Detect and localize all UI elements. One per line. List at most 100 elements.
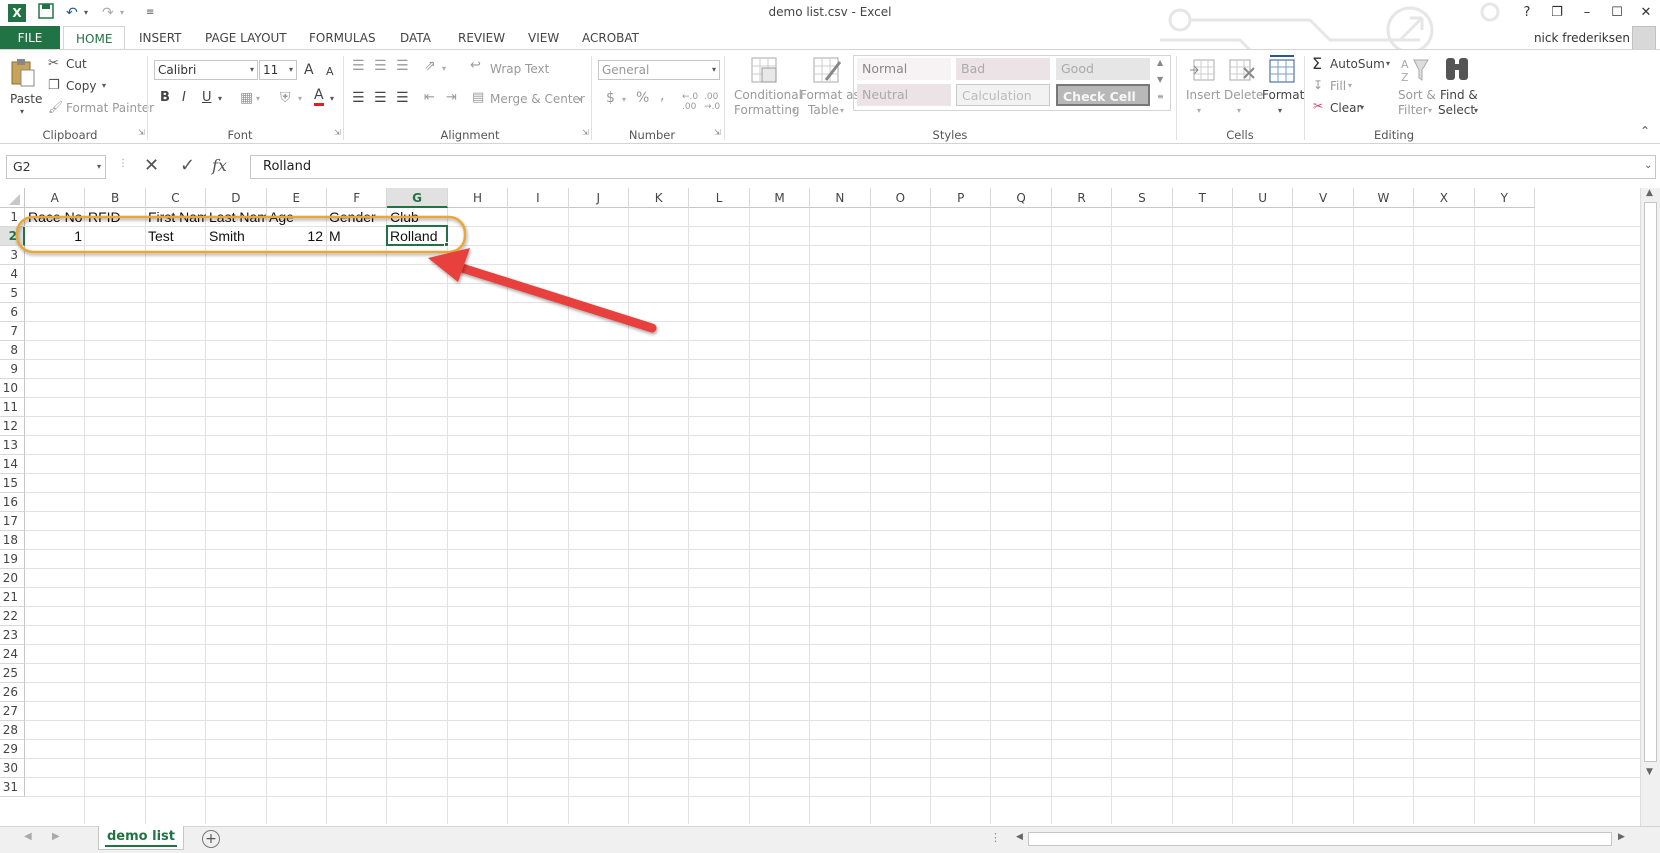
tab-file[interactable]: FILE [0, 26, 60, 50]
row-header-22[interactable]: 22 [0, 607, 25, 626]
format-cells-button[interactable]: Format [1262, 88, 1304, 102]
shrink-font-button[interactable]: A [326, 65, 334, 78]
horizontal-scrollbar[interactable]: ◀ ▶ [1014, 831, 1634, 848]
number-format-combo[interactable]: General ▾ [598, 60, 720, 80]
name-box[interactable]: G2 ▾ [6, 155, 106, 179]
delete-dropdown-icon[interactable]: ▾ [1237, 106, 1241, 115]
styles-more-icon[interactable]: ≡ [1157, 92, 1164, 101]
row-header-14[interactable]: 14 [0, 455, 25, 474]
column-header-V[interactable]: V [1293, 188, 1354, 208]
new-sheet-icon[interactable]: + [202, 830, 220, 848]
name-box-dropdown-icon[interactable]: ▾ [97, 156, 101, 178]
row-header-25[interactable]: 25 [0, 664, 25, 683]
number-launcher-icon[interactable]: ⇲ [714, 128, 721, 137]
scroll-left-icon[interactable]: ◀ [1016, 832, 1023, 842]
autosum-icon[interactable]: Σ [1312, 54, 1322, 73]
row-header-23[interactable]: 23 [0, 626, 25, 645]
copy-icon[interactable]: ❐ [48, 78, 60, 93]
find-select-button-line2[interactable]: Select [1438, 103, 1475, 117]
formula-bar-grip-icon[interactable]: ⋮ [118, 158, 128, 169]
avatar[interactable] [1632, 26, 1656, 50]
delete-cells-icon[interactable] [1228, 56, 1256, 84]
format-as-table-button[interactable]: Format as [800, 88, 860, 102]
font-color-button[interactable]: A [314, 88, 324, 106]
decrease-indent-icon[interactable]: ⇤ [424, 90, 435, 105]
borders-icon[interactable]: ▦ [240, 90, 253, 106]
row-header-12[interactable]: 12 [0, 417, 25, 436]
align-bottom-icon[interactable]: ☰ [396, 58, 409, 74]
row-header-18[interactable]: 18 [0, 531, 25, 550]
alignment-launcher-icon[interactable]: ⇲ [582, 128, 589, 137]
column-header-P[interactable]: P [931, 188, 992, 208]
sort-filter-dropdown-icon[interactable]: ▾ [1428, 106, 1432, 115]
row-header-31[interactable]: 31 [0, 778, 25, 797]
confirm-entry-icon[interactable]: ✓ [180, 155, 195, 176]
row-header-27[interactable]: 27 [0, 702, 25, 721]
column-header-M[interactable]: M [749, 188, 811, 208]
column-header-W[interactable]: W [1353, 188, 1415, 208]
row-header-24[interactable]: 24 [0, 645, 25, 664]
row-header-16[interactable]: 16 [0, 493, 25, 512]
fill-dropdown-icon[interactable]: ▾ [1348, 81, 1352, 90]
column-header-R[interactable]: R [1051, 188, 1113, 208]
cut-button[interactable]: Cut [66, 57, 87, 71]
column-header-Q[interactable]: Q [991, 188, 1052, 208]
find-select-dropdown-icon[interactable]: ▾ [1474, 106, 1478, 115]
fill-icon[interactable]: ↧ [1313, 78, 1323, 92]
cut-icon[interactable]: ✂ [48, 56, 59, 71]
insert-function-button[interactable]: fx [212, 156, 227, 175]
tab-formulas[interactable]: FORMULAS [297, 26, 388, 50]
font-name-combo[interactable]: Calibri ▾ [154, 60, 258, 80]
row-header-15[interactable]: 15 [0, 474, 25, 493]
align-center-icon[interactable]: ☰ [374, 90, 387, 106]
wrap-text-button[interactable]: Wrap Text [490, 62, 549, 76]
row-header-29[interactable]: 29 [0, 740, 25, 759]
row-header-28[interactable]: 28 [0, 721, 25, 740]
align-right-icon[interactable]: ☰ [396, 90, 409, 106]
align-left-icon[interactable]: ☰ [352, 90, 365, 106]
sheet-tab-demo-list[interactable]: demo list [98, 826, 184, 850]
copy-dropdown-icon[interactable]: ▾ [102, 81, 106, 90]
style-good[interactable]: Good [1056, 58, 1150, 80]
bold-button[interactable]: B [160, 90, 170, 105]
font-color-dropdown-icon[interactable]: ▾ [330, 94, 334, 103]
sort-filter-button[interactable]: Sort & [1398, 88, 1436, 102]
column-header-N[interactable]: N [810, 188, 871, 208]
grow-font-button[interactable]: A [304, 62, 314, 78]
orientation-icon[interactable]: ⇗ [424, 58, 436, 74]
tab-acrobat[interactable]: ACROBAT [570, 26, 651, 50]
styles-scroll-down-icon[interactable]: ▼ [1157, 75, 1163, 84]
styles-scroll-up-icon[interactable]: ▲ [1157, 58, 1163, 67]
clipboard-launcher-icon[interactable]: ⇲ [138, 128, 145, 137]
tab-page-layout[interactable]: PAGE LAYOUT [193, 26, 299, 50]
format-cells-icon[interactable] [1268, 54, 1296, 84]
row-header-20[interactable]: 20 [0, 569, 25, 588]
style-normal[interactable]: Normal [857, 58, 951, 80]
expand-formula-bar-icon[interactable]: ⌄ [1644, 160, 1652, 171]
orientation-dropdown-icon[interactable]: ▾ [442, 64, 446, 73]
close-button[interactable]: ✕ [1632, 2, 1660, 24]
worksheet-grid[interactable]: ABCDEFGHIJKLMNOPQRSTUVWXY 1 2 3 4 5 6 7 8 9 10 11 1… [0, 188, 1660, 824]
format-painter-button[interactable]: Format Painter [66, 101, 154, 115]
fill-button[interactable]: Fill [1330, 79, 1346, 93]
italic-button[interactable]: I [182, 90, 186, 105]
column-header-Y[interactable]: Y [1474, 188, 1535, 208]
user-name[interactable]: nick frederiksen [1534, 26, 1630, 50]
percent-button[interactable]: % [636, 90, 649, 106]
borders-dropdown-icon[interactable]: ▾ [256, 94, 260, 103]
scroll-right-icon[interactable]: ▶ [1618, 832, 1625, 842]
find-select-icon[interactable] [1442, 54, 1472, 84]
paste-dropdown-icon[interactable]: ▾ [20, 107, 24, 116]
scroll-down-icon[interactable]: ▼ [1646, 767, 1653, 777]
row-header-26[interactable]: 26 [0, 683, 25, 702]
format-painter-icon[interactable]: 🖌 [48, 100, 63, 114]
horizontal-scroll-thumb[interactable] [1028, 832, 1612, 846]
underline-dropdown-icon[interactable]: ▾ [218, 94, 222, 103]
ribbon-display-options-button[interactable]: ❐ [1543, 2, 1571, 24]
vertical-scroll-thumb[interactable] [1644, 202, 1657, 762]
autosum-dropdown-icon[interactable]: ▾ [1386, 59, 1390, 68]
tab-split-grip-icon[interactable]: ⋮ [990, 831, 1001, 844]
style-bad[interactable]: Bad [956, 58, 1050, 80]
row-header-11[interactable]: 11 [0, 398, 25, 417]
tab-insert[interactable]: INSERT [127, 26, 194, 50]
